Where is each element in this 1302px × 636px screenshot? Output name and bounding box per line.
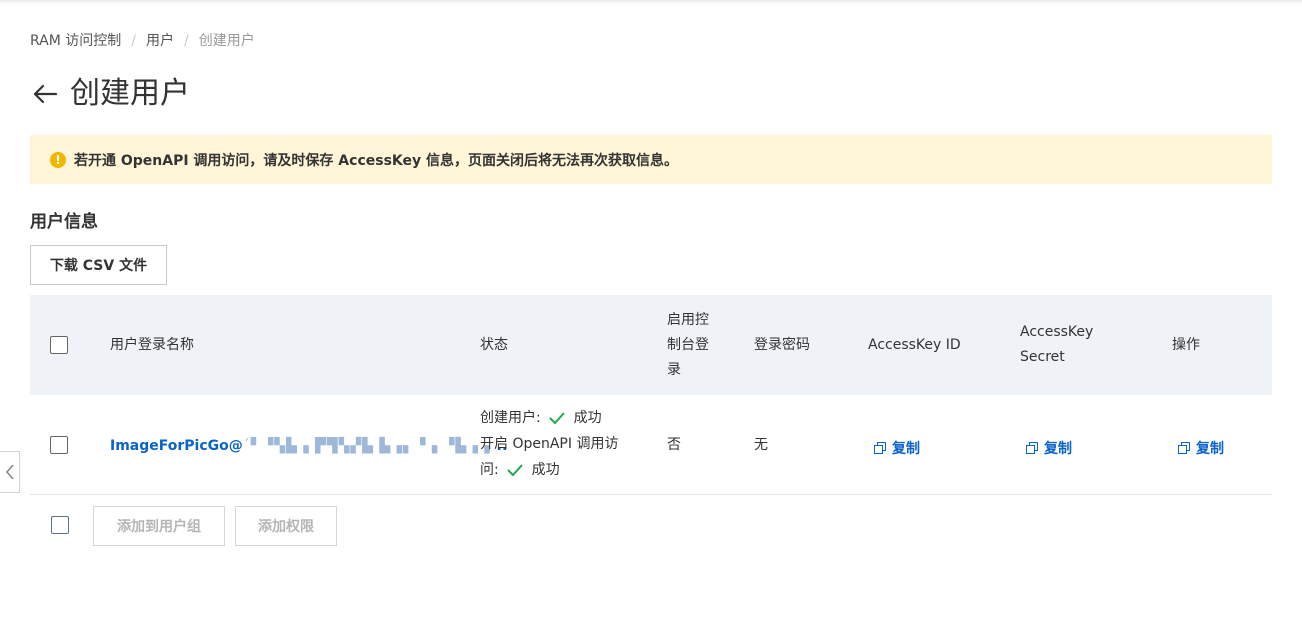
header-status: 状态 (480, 337, 508, 353)
header-password: 登录密码 (754, 337, 810, 353)
breadcrumb-item-current: 创建用户 (198, 33, 255, 49)
header-access-key-secret-line: Secret (1020, 349, 1065, 365)
copy-icon (1026, 442, 1038, 454)
breadcrumb-item-users[interactable]: 用户 (146, 33, 174, 49)
header-login-name: 用户登录名称 (110, 337, 194, 353)
breadcrumb: RAM 访问控制 / 用户 / 创建用户 (30, 32, 255, 50)
header-console-login-line: 录 (667, 362, 681, 378)
copy-access-key-id-button[interactable]: 复制 (874, 438, 920, 458)
header-access-key-secret: AccessKey Secret (1020, 320, 1093, 370)
status-openapi-label-cont: 问: (480, 462, 499, 478)
user-login-name-link[interactable]: ImageForPicGo@ (110, 438, 243, 454)
chevron-left-icon (5, 464, 14, 480)
status-openapi-label: 开启 OpenAPI 调用访 (480, 436, 619, 452)
header-console-login-line: 制台登 (667, 337, 709, 353)
password-value: 无 (754, 437, 768, 453)
add-to-group-button[interactable]: 添加到用户组 (93, 506, 225, 546)
arrow-left-icon[interactable] (30, 79, 60, 109)
user-login-name[interactable]: ImageForPicGo@´▘▝▚▙▗ ▛▜▚▞▙ ▙▗▖▝▗ ▝▙▗▗.. (110, 433, 507, 459)
copy-access-key-secret-button[interactable]: 复制 (1026, 438, 1072, 458)
header-operation: 操作 (1172, 337, 1200, 353)
breadcrumb-separator: / (131, 33, 136, 49)
status-openapi-value: 成功 (531, 462, 560, 478)
copy-operation-button[interactable]: 复制 (1178, 438, 1224, 458)
select-all-checkbox[interactable] (50, 336, 68, 354)
check-icon (549, 412, 565, 424)
section-title: 用户信息 (30, 212, 98, 232)
header-console-login-line: 启用控 (667, 312, 709, 328)
breadcrumb-separator: / (184, 33, 189, 49)
warning-alert: ! 若开通 OpenAPI 调用访问，请及时保存 AccessKey 信息，页面… (30, 135, 1272, 184)
copy-label: 复制 (1044, 441, 1072, 457)
add-permission-button[interactable]: 添加权限 (235, 506, 337, 546)
copy-icon (1178, 442, 1190, 454)
top-shadow (0, 0, 1302, 4)
copy-label: 复制 (1196, 441, 1224, 457)
sidebar-collapse-handle[interactable] (0, 451, 20, 493)
copy-icon (874, 442, 886, 454)
header-access-key-secret-line: AccessKey (1020, 324, 1094, 340)
page-title: 创建用户 (70, 76, 190, 111)
status-cell: 创建用户: 成功 开启 OpenAPI 调用访 问: 成功 (480, 405, 650, 483)
console-login-value: 否 (667, 437, 681, 453)
status-openapi: 问: 成功 (480, 457, 650, 483)
breadcrumb-item-ram[interactable]: RAM 访问控制 (30, 33, 121, 49)
redacted-text: ´▘▝▚▙▗ ▛▜▚▞▙ ▙▗▖▝▗ ▝▙▗▗ (242, 438, 491, 454)
download-csv-button[interactable]: 下载 CSV 文件 (30, 245, 167, 285)
warning-icon: ! (50, 151, 66, 168)
alert-text: 若开通 OpenAPI 调用访问，请及时保存 AccessKey 信息，页面关闭… (74, 152, 679, 169)
status-create-user: 创建用户: 成功 (480, 405, 650, 431)
table-row: ImageForPicGo@´▘▝▚▙▗ ▛▜▚▞▙ ▙▗▖▝▗ ▝▙▗▗.. … (30, 395, 1272, 495)
footer-select-checkbox[interactable] (51, 516, 69, 534)
status-create-value: 成功 (573, 410, 602, 426)
header-console-login: 启用控 制台登 录 (667, 308, 727, 383)
copy-label: 复制 (892, 441, 920, 457)
table-header: 用户登录名称 状态 启用控 制台登 录 登录密码 AccessKey ID Ac… (30, 295, 1272, 395)
check-icon (507, 464, 523, 476)
header-access-key-id: AccessKey ID (868, 337, 961, 353)
status-create-label: 创建用户: (480, 410, 541, 426)
title-row: 创建用户 (30, 74, 190, 114)
row-checkbox[interactable] (50, 436, 68, 454)
